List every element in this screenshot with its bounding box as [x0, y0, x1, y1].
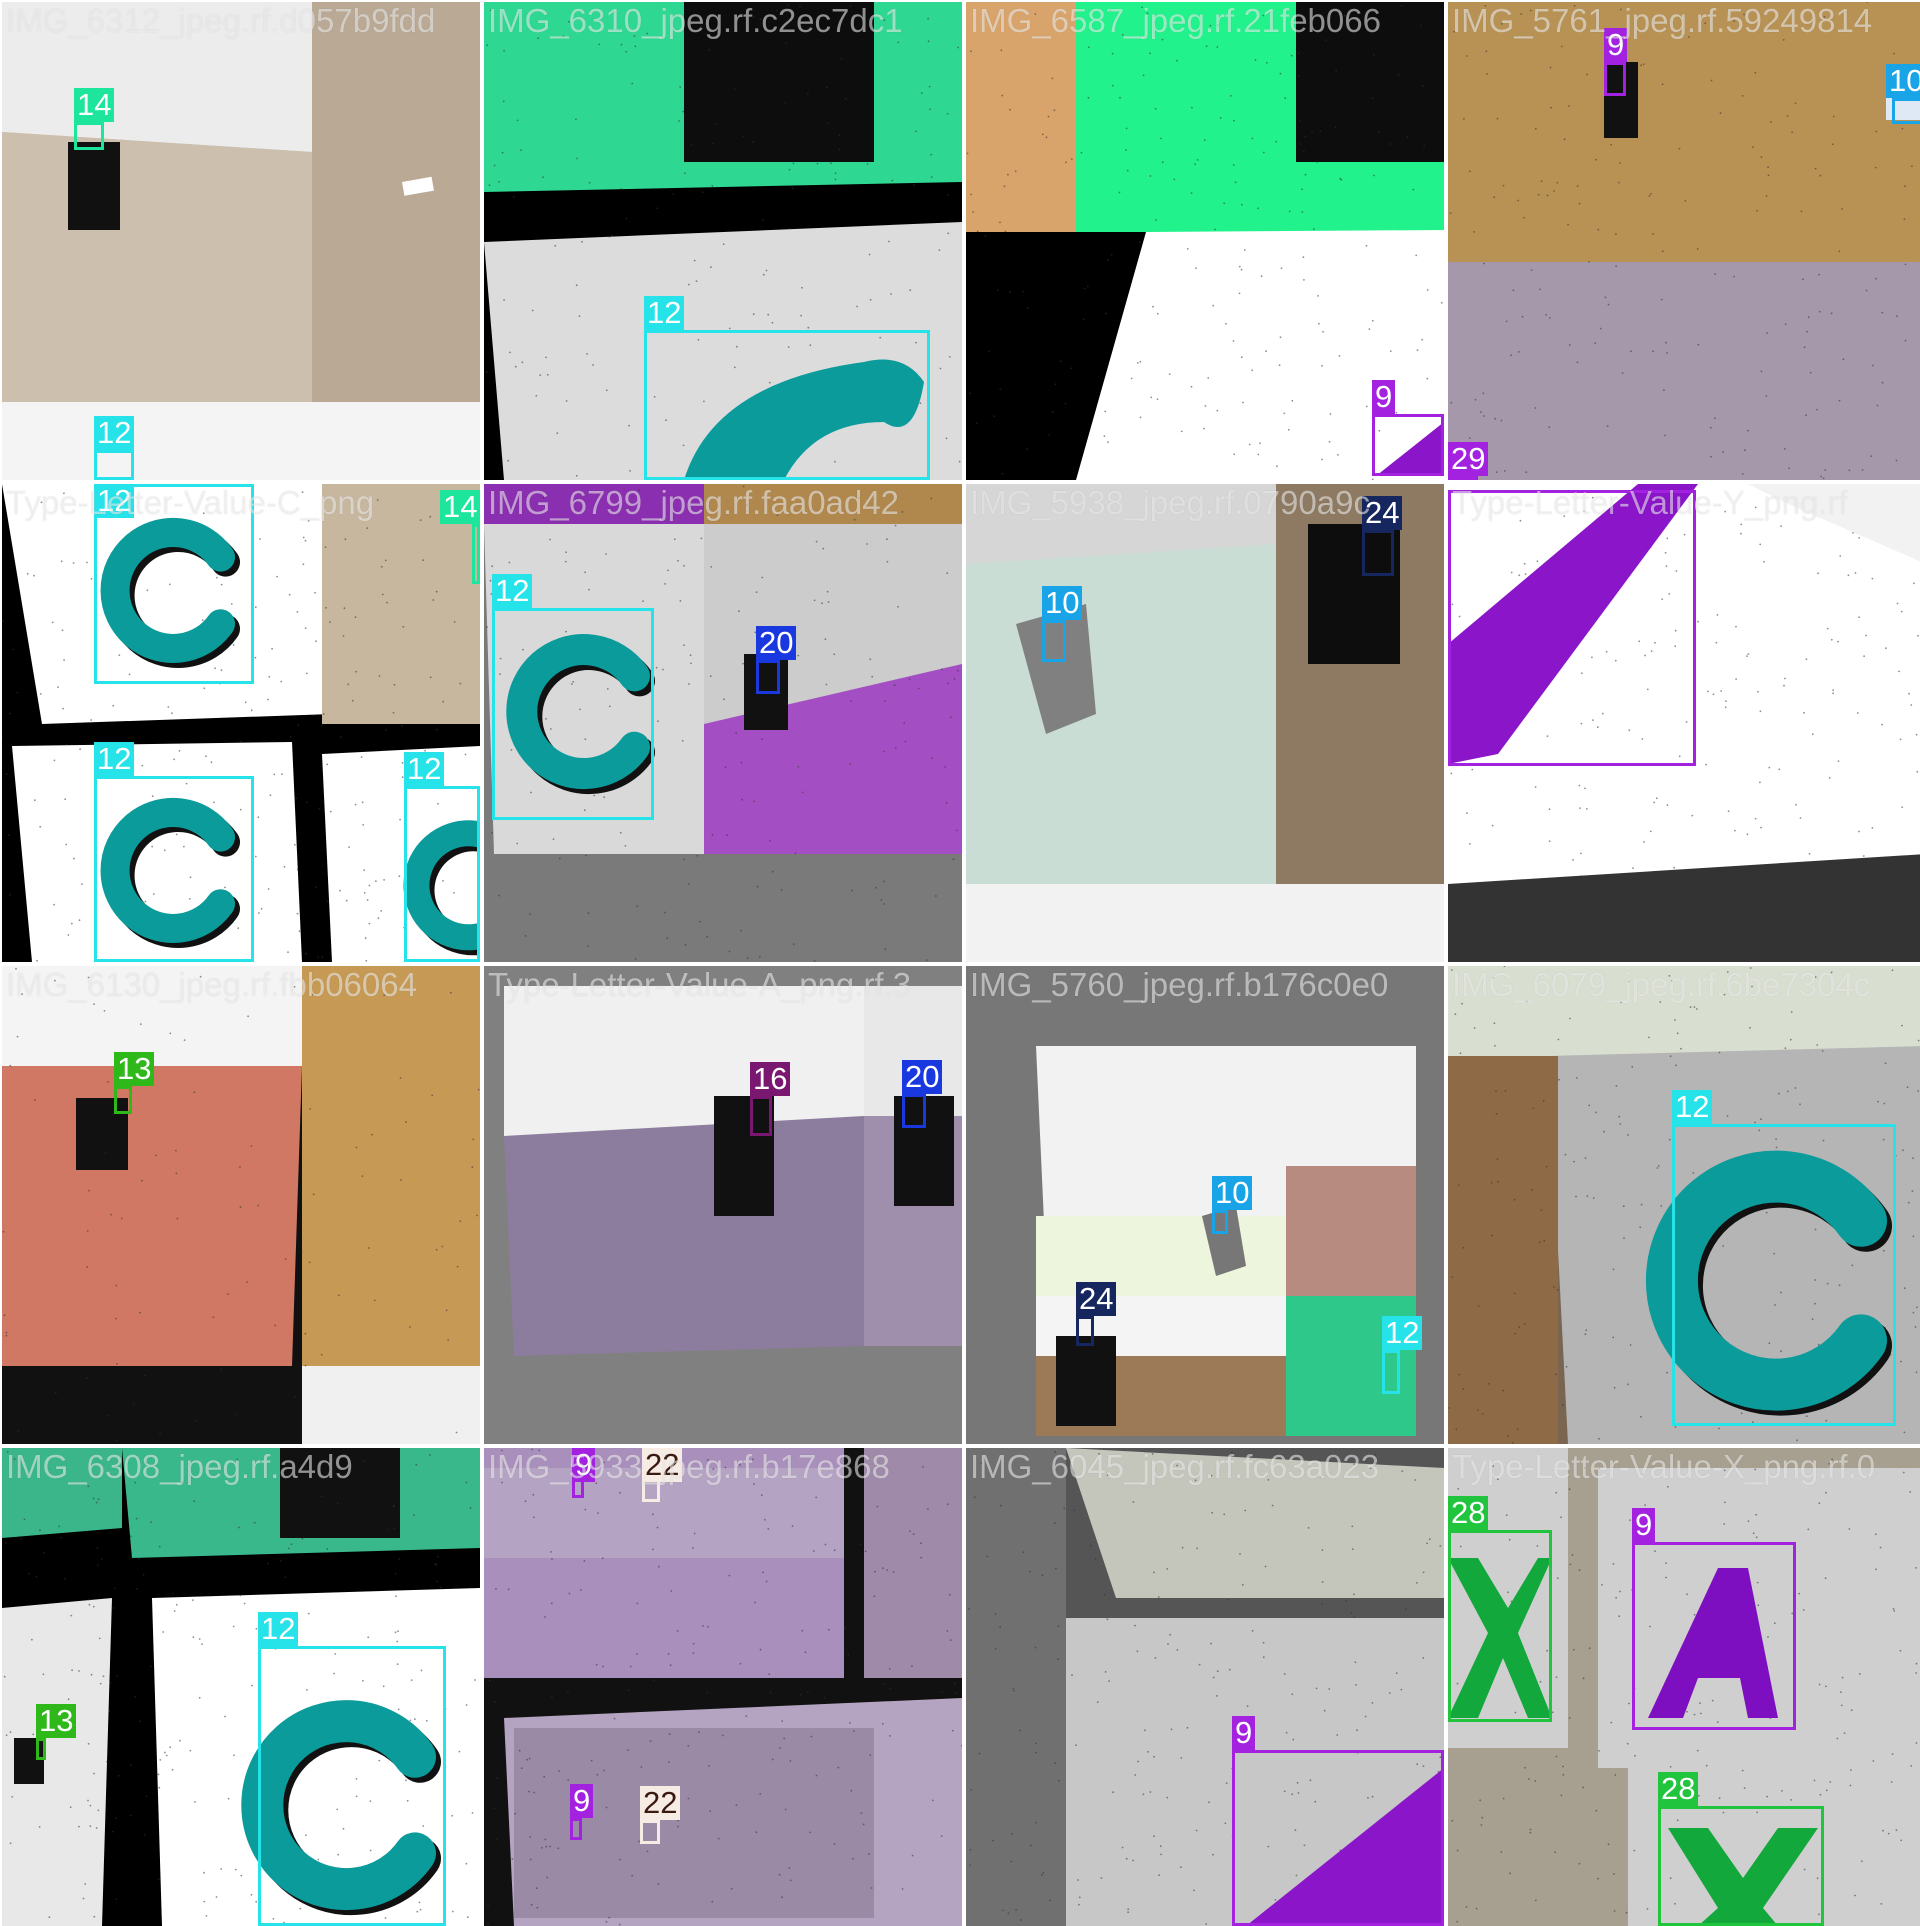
mosaic-tile: Type-Letter-Value-Y_png.rf: [1448, 484, 1920, 962]
mosaic-tile: Type-Letter-Value-A_png.rf.31620: [484, 966, 962, 1444]
class-label-badge: 10: [1042, 586, 1082, 620]
mosaic-tile: IMG_6045_jpeg.rf.fc63a0239: [966, 1448, 1444, 1926]
tile-image: [484, 966, 962, 1444]
mosaic-tile: Type-Letter-Value-C_png12141212: [2, 484, 480, 962]
class-label-badge: 13: [114, 1052, 154, 1086]
class-label-badge: 12: [94, 484, 134, 518]
class-label-badge: 9: [1372, 380, 1395, 414]
bounding-box: [472, 524, 480, 584]
class-label-badge: 20: [756, 626, 796, 660]
class-label-badge: 9: [1604, 28, 1627, 62]
mosaic-tile: IMG_6130_jpeg.rf.fbb0606413: [2, 966, 480, 1444]
class-label-badge: 20: [902, 1060, 942, 1094]
bounding-box: [36, 1738, 46, 1760]
class-label-badge: 14: [440, 490, 480, 524]
tile-image: [2, 2, 480, 480]
class-label-badge: 28: [1448, 1496, 1488, 1530]
class-label-badge: 13: [36, 1704, 76, 1738]
bounding-box: [114, 1086, 132, 1114]
bounding-box: [1672, 1124, 1896, 1426]
class-label-badge: 12: [1672, 1090, 1712, 1124]
mosaic-tile: IMG_6079_jpeg.rf.6be7304c12: [1448, 966, 1920, 1444]
class-label-badge: 24: [1076, 1282, 1116, 1316]
class-label-badge: 12: [1382, 1316, 1422, 1350]
bounding-box: [94, 776, 254, 962]
bounding-box: [1604, 62, 1626, 96]
class-label-badge: 12: [404, 752, 444, 786]
class-label-badge: 14: [74, 88, 114, 122]
bounding-box: [1042, 620, 1066, 662]
tile-image: [966, 966, 1444, 1444]
bounding-box: [1076, 1316, 1094, 1346]
bounding-box: [1632, 1542, 1796, 1730]
mosaic-tile: IMG_5761_jpeg.rf.5924981491029: [1448, 2, 1920, 480]
bounding-box: [1892, 98, 1920, 124]
bounding-box: [1448, 490, 1696, 766]
tile-image: [2, 966, 480, 1444]
bounding-box: [1382, 1350, 1400, 1394]
class-label-badge: 9: [572, 1448, 595, 1482]
mosaic-tile: IMG_5933_jpeg.rf.b17e868922922: [484, 1448, 962, 1926]
class-label-badge: 9: [1232, 1716, 1255, 1750]
class-label-badge: 22: [642, 1448, 682, 1482]
class-label-badge: 9: [1632, 1508, 1655, 1542]
tile-image: [484, 1448, 962, 1926]
bounding-box: [1362, 530, 1394, 576]
class-label-badge: 22: [640, 1786, 680, 1820]
class-label-badge: 9: [570, 1784, 593, 1818]
bounding-box: [1448, 1530, 1552, 1722]
bounding-box: [750, 1096, 772, 1136]
class-label-badge: 28: [1658, 1772, 1698, 1806]
class-label-badge: 10: [1886, 64, 1920, 98]
bounding-box: [640, 1820, 660, 1844]
bounding-box: [1658, 1806, 1824, 1926]
class-label-badge: 12: [644, 296, 684, 330]
class-label-badge: 16: [750, 1062, 790, 1096]
class-label-badge: 12: [492, 574, 532, 608]
bounding-box: [756, 660, 780, 694]
tile-image: [1448, 2, 1920, 480]
bounding-box: [74, 122, 104, 150]
mosaic-grid: IMG_6312_jpeg.rf.d057b9fdd1412 IMG_6310_…: [0, 0, 1920, 1920]
mosaic-tile: IMG_6310_jpeg.rf.c2ec7dc112: [484, 2, 962, 480]
class-label-badge: 12: [94, 742, 134, 776]
mosaic-tile: IMG_6308_jpeg.rf.a4d91213: [2, 1448, 480, 1926]
bounding-box: [1232, 1750, 1444, 1926]
mosaic-tile: IMG_6799_jpeg.rf.faa0ad421220: [484, 484, 962, 962]
bounding-box: [492, 608, 654, 820]
mosaic-tile: IMG_5938_jpeg.rf.0790a9c1024: [966, 484, 1444, 962]
bounding-box: [404, 786, 480, 962]
mosaic-tile: IMG_6587_jpeg.rf.21feb0669: [966, 2, 1444, 480]
class-label-badge: 24: [1362, 496, 1402, 530]
bounding-box: [258, 1646, 446, 1926]
bounding-box: [570, 1818, 582, 1840]
mosaic-tile: IMG_5760_jpeg.rf.b176c0e0102412: [966, 966, 1444, 1444]
class-label-badge: 12: [258, 1612, 298, 1646]
class-label-badge: 12: [94, 416, 134, 450]
bounding-box: [1212, 1210, 1228, 1234]
class-label-badge: 10: [1212, 1176, 1252, 1210]
bounding-box: [1448, 476, 1478, 480]
bounding-box: [1372, 414, 1444, 476]
bounding-box: [902, 1094, 926, 1128]
bounding-box: [94, 450, 134, 480]
mosaic-tile: Type-Letter-Value-X_png.rf.028928: [1448, 1448, 1920, 1926]
class-label-badge: 29: [1448, 442, 1488, 476]
mosaic-tile: IMG_6312_jpeg.rf.d057b9fdd1412: [2, 2, 480, 480]
bounding-box: [644, 330, 930, 480]
